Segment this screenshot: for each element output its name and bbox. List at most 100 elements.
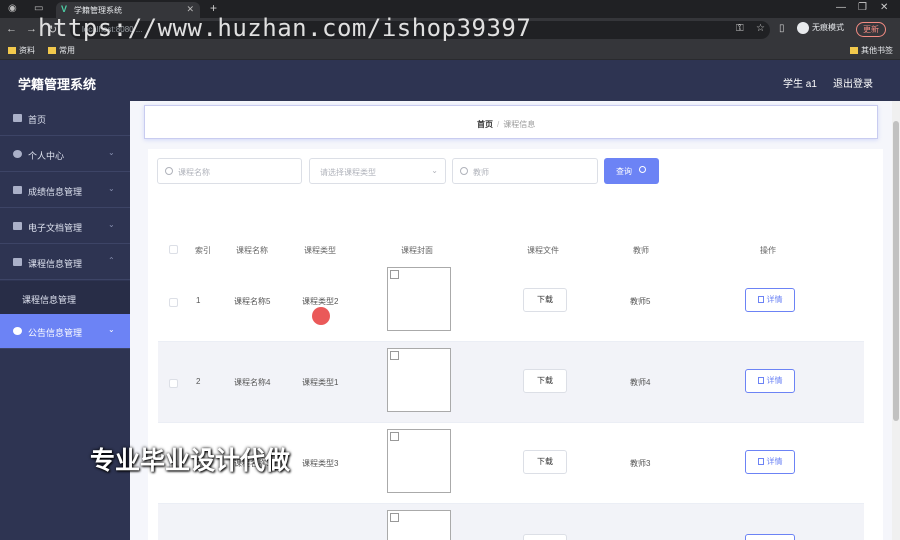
other-bookmarks[interactable]: 其他书签 (850, 45, 893, 56)
sidebar-item-home[interactable]: 首页 (0, 101, 130, 136)
table-row: 1 课程名称5 课程类型2 下载 教师5 详情 (158, 261, 864, 342)
detail-button[interactable]: 详情 (745, 369, 795, 393)
sidebar-item-grades[interactable]: 成绩信息管理 ⌄ (0, 173, 130, 208)
course-name-input[interactable]: 课程名称 (157, 158, 302, 184)
broken-image-icon (390, 270, 399, 279)
tab-favicon-icon: V (61, 4, 68, 14)
bookmark-folder-1[interactable]: 常用 (48, 45, 75, 56)
app-header: 学籍管理系统 学生 a1 退出登录 (0, 60, 900, 101)
sidebar-item-personal-center[interactable]: 个人中心 ⌄ (0, 137, 130, 172)
home-icon (13, 114, 22, 122)
column-header: 操作 (760, 246, 776, 255)
document-icon (757, 377, 764, 384)
cell-index: 2 (196, 377, 201, 386)
message-icon (13, 222, 22, 230)
folder-icon (850, 47, 858, 54)
cell-index: 1 (196, 296, 201, 305)
bell-icon (13, 327, 22, 335)
column-header: 课程类型 (304, 246, 336, 255)
list-icon (13, 258, 22, 266)
chevron-down-icon: ⌄ (431, 166, 438, 175)
search-icon (639, 166, 646, 173)
breadcrumb-home[interactable]: 首页 (477, 120, 493, 129)
incognito-badge[interactable]: 无痕模式 (797, 22, 844, 34)
course-cover-image (387, 510, 451, 540)
chevron-down-icon: ⌄ (108, 184, 115, 193)
column-header: 课程名称 (236, 246, 268, 255)
course-cover-image (387, 429, 451, 493)
user-icon (13, 150, 22, 158)
column-header: 索引 (195, 246, 211, 255)
column-header: 课程文件 (527, 246, 559, 255)
app-title: 学籍管理系统 (18, 77, 97, 92)
broken-image-icon (390, 351, 399, 360)
table-header: 索引 课程名称 课程类型 课程封面 课程文件 教师 操作 (158, 237, 864, 261)
download-button[interactable]: 下载 (523, 288, 567, 312)
search-icon (460, 167, 468, 175)
breadcrumb-separator: / (497, 120, 500, 129)
chevron-up-icon: ⌃ (108, 256, 115, 265)
download-button[interactable] (523, 534, 567, 540)
sidebar-item-courses[interactable]: 课程信息管理 ⌃ (0, 245, 130, 280)
window-restore-icon[interactable]: ❐ (858, 2, 867, 13)
document-icon (757, 296, 764, 303)
cell-course-type: 课程类型1 (302, 378, 339, 387)
grid-icon (13, 186, 22, 194)
document-icon (757, 458, 764, 465)
bookmarks-bar: 资料 常用 其他书签 (0, 42, 900, 60)
forward-icon[interactable]: → (26, 23, 37, 35)
table-row: 2 课程名称4 课程类型1 下载 教师4 详情 (158, 342, 864, 423)
cell-course-name: 课程名称4 (234, 378, 271, 387)
sidebar-subitem-courses[interactable]: 课程信息管理 (0, 281, 130, 316)
bookmark-star-icon[interactable]: ☆ (756, 23, 765, 34)
row-checkbox[interactable] (169, 379, 178, 388)
broken-image-icon (390, 513, 399, 522)
query-button[interactable]: 查询 (604, 158, 659, 184)
cell-teacher: 教师5 (630, 297, 651, 306)
download-button[interactable]: 下载 (523, 450, 567, 474)
key-icon[interactable]: ⚿ (736, 23, 744, 34)
folder-icon (48, 47, 56, 54)
new-tab-icon[interactable]: + (210, 1, 217, 15)
folder-icon (8, 47, 16, 54)
browser-menu-icon[interactable]: ◉ (8, 3, 17, 15)
search-icon (165, 167, 173, 175)
broken-image-icon (390, 432, 399, 441)
breadcrumb-bar: 首页 / 课程信息 (144, 105, 878, 139)
cell-teacher: 教师4 (630, 378, 651, 387)
mouse-cursor-highlight (312, 307, 330, 325)
detail-button[interactable]: 详情 (745, 450, 795, 474)
scrollbar-thumb[interactable] (893, 121, 899, 421)
row-checkbox[interactable] (169, 298, 178, 307)
course-cover-image (387, 267, 451, 331)
promo-overlay-text: 专业毕业设计代做 (90, 447, 291, 475)
course-cover-image (387, 348, 451, 412)
sidebar-item-announcements[interactable]: 公告信息管理 ⌄ (0, 314, 130, 349)
teacher-input[interactable]: 教师 (452, 158, 598, 184)
window-close-icon[interactable]: ✕ (880, 2, 888, 13)
download-button[interactable]: 下载 (523, 369, 567, 393)
update-button[interactable]: 更新 (856, 22, 886, 37)
course-type-select[interactable]: 请选择课程类型 ⌄ (309, 158, 446, 184)
logout-link[interactable]: 退出登录 (833, 75, 873, 90)
cell-course-type: 课程类型3 (302, 459, 339, 468)
back-icon[interactable]: ← (6, 23, 17, 35)
breadcrumb: 首页 / 课程信息 (477, 119, 535, 130)
chevron-down-icon: ⌄ (108, 325, 115, 334)
breadcrumb-current: 课程信息 (503, 120, 536, 129)
watermark-text: https://www.huzhan.com/ishop39397 (38, 14, 532, 42)
detail-button[interactable]: 详情 (745, 288, 795, 312)
page-scrollbar[interactable] (892, 101, 900, 540)
bookmark-folder-0[interactable]: 资料 (8, 45, 35, 56)
course-panel: 课程名称 请选择课程类型 ⌄ 教师 查询 索引 课程名称 课程类型 课程封面 课… (148, 149, 883, 540)
detail-button[interactable] (745, 534, 795, 540)
current-user: 学生 a1 (783, 79, 817, 90)
column-header: 教师 (633, 246, 649, 255)
sidebar-item-documents[interactable]: 电子文档管理 ⌄ (0, 209, 130, 244)
window-minimize-icon[interactable]: — (836, 2, 846, 13)
cell-teacher: 教师3 (630, 459, 651, 468)
chevron-down-icon: ⌄ (108, 148, 115, 157)
sidepanel-icon[interactable]: ▯ (779, 23, 785, 34)
table-row (158, 504, 864, 540)
select-all-checkbox[interactable] (169, 245, 178, 254)
